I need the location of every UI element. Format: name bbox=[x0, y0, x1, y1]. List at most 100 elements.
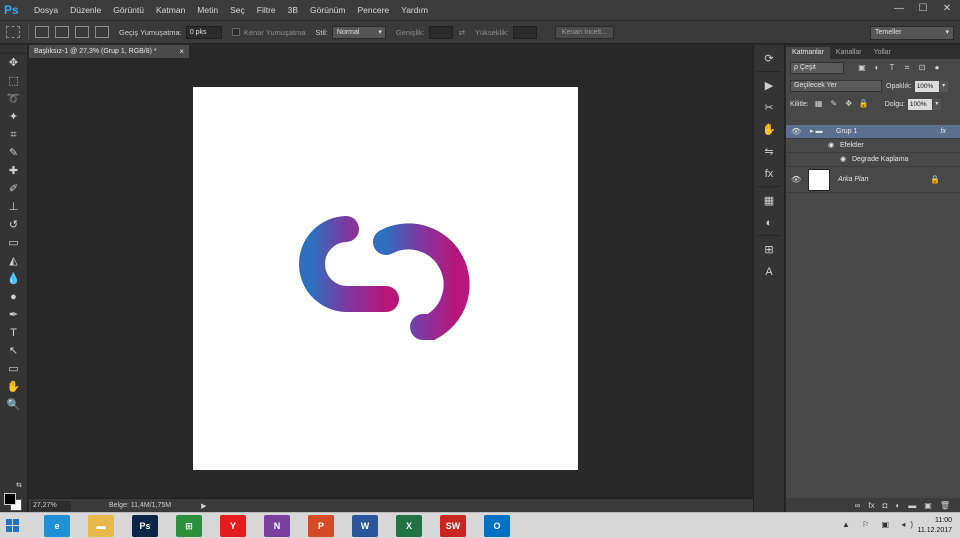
feather-input[interactable]: 0 pks bbox=[185, 25, 222, 39]
lock-option-icon[interactable]: ✎ bbox=[829, 99, 839, 109]
marquee-tool-icon[interactable]: ⬚ bbox=[4, 73, 24, 90]
shape-tool-icon[interactable]: ▭ bbox=[4, 361, 24, 378]
photoshop-icon[interactable]: Ps bbox=[132, 515, 158, 537]
foreground-color-swatch[interactable] bbox=[4, 493, 16, 505]
lock-option-icon[interactable]: ✥ bbox=[844, 99, 854, 109]
clone-stamp-tool-icon[interactable]: ⊥ bbox=[4, 199, 24, 216]
clock[interactable]: 11:00 11.12.2017 bbox=[912, 516, 952, 536]
close-button[interactable]: ✕ bbox=[940, 3, 954, 15]
minimize-button[interactable]: — bbox=[892, 3, 906, 15]
menu-filtre[interactable]: Filtre bbox=[257, 5, 276, 15]
dock-panel-icon[interactable]: ▦ bbox=[758, 193, 780, 209]
path-selection-tool-icon[interactable]: ↖ bbox=[4, 343, 24, 360]
document-tab[interactable]: Başlıksız-1 @ 27,3% (Grup 1, RGB/8) * × bbox=[29, 45, 189, 58]
history-brush-tool-icon[interactable]: ↺ bbox=[4, 217, 24, 234]
ie-icon[interactable]: e bbox=[44, 515, 70, 537]
menu-3b[interactable]: 3B bbox=[288, 5, 298, 15]
dock-panel-icon[interactable]: fx bbox=[758, 166, 780, 182]
filter-icon[interactable]: ● bbox=[932, 63, 942, 73]
yandex-icon[interactable]: Y bbox=[220, 515, 246, 537]
filter-icon[interactable]: T bbox=[887, 63, 897, 73]
tab-yollar[interactable]: Yollar bbox=[868, 47, 897, 59]
start-button[interactable] bbox=[6, 519, 20, 533]
antialias-checkbox[interactable] bbox=[231, 28, 240, 36]
lock-option-icon[interactable]: 🔒 bbox=[859, 99, 869, 109]
zoom-field[interactable]: 27,27% bbox=[31, 500, 71, 511]
healing-brush-tool-icon[interactable]: ✚ bbox=[4, 163, 24, 180]
blur-tool-icon[interactable]: 💧 bbox=[4, 271, 24, 288]
menu-metin[interactable]: Metin bbox=[197, 5, 218, 15]
workspace-select[interactable]: Temeller bbox=[870, 26, 954, 40]
layer-footer-icon[interactable]: ▬ bbox=[908, 501, 916, 510]
swap-icon[interactable]: ⇄ bbox=[459, 28, 465, 37]
lock-option-icon[interactable]: ▦ bbox=[814, 99, 824, 109]
dock-panel-icon[interactable]: ⇋ bbox=[758, 144, 780, 160]
excel-icon[interactable]: X bbox=[396, 515, 422, 537]
dock-panel-icon[interactable]: ◐ bbox=[758, 215, 780, 231]
opacity-input[interactable]: 100% bbox=[914, 80, 939, 92]
menu-katman[interactable]: Katman bbox=[156, 5, 185, 15]
effect-item-eye-icon[interactable]: ◉ bbox=[840, 153, 846, 167]
hand-tool-icon[interactable]: ✋ bbox=[4, 379, 24, 396]
layer-footer-icon[interactable]: ▣ bbox=[924, 501, 932, 510]
zoom-tool-icon[interactable]: 🔍 bbox=[4, 397, 24, 414]
intersect-selection-icon[interactable] bbox=[95, 26, 109, 38]
layer-footer-icon[interactable]: fx bbox=[868, 501, 874, 510]
tab-katmanlar[interactable]: Katmanlar bbox=[786, 47, 830, 59]
canvas[interactable] bbox=[193, 87, 578, 470]
dodge-tool-icon[interactable]: ● bbox=[4, 289, 24, 306]
visibility-eye-icon[interactable]: 👁 bbox=[791, 167, 801, 193]
menu-düzenle[interactable]: Düzenle bbox=[70, 5, 101, 15]
eyedropper-tool-icon[interactable]: ✎ bbox=[4, 145, 24, 162]
blend-mode-select[interactable]: Geçilecek Yer bbox=[790, 80, 882, 92]
explorer-icon[interactable]: ▬ bbox=[88, 515, 114, 537]
width-input[interactable] bbox=[428, 25, 453, 39]
swap-colors-icon[interactable]: ⇆ bbox=[16, 481, 22, 489]
tools-grip[interactable] bbox=[0, 45, 27, 54]
layer-filter-select[interactable]: ρ Çeşit bbox=[790, 62, 844, 74]
document-close-icon[interactable]: × bbox=[179, 45, 184, 58]
subtract-selection-icon[interactable] bbox=[75, 26, 89, 38]
menu-seç[interactable]: Seç bbox=[230, 5, 245, 15]
dock-panel-icon[interactable]: A bbox=[758, 264, 780, 280]
dock-panel-icon[interactable]: ▶ bbox=[758, 78, 780, 94]
quick-select-tool-icon[interactable]: ✦ bbox=[4, 109, 24, 126]
layer-row-group[interactable]: 👁 ▸ ▬ Grup 1 fx bbox=[786, 125, 960, 139]
filter-icon[interactable]: ⌗ bbox=[902, 63, 912, 73]
marquee-tool-preset-icon[interactable] bbox=[6, 26, 20, 38]
effects-row[interactable]: ◉ Efektler bbox=[786, 139, 960, 153]
visibility-eye-icon[interactable]: 👁 bbox=[791, 125, 801, 139]
layer-row-background[interactable]: 👁 Arka Plan 🔒 bbox=[786, 167, 960, 193]
menu-yardım[interactable]: Yardım bbox=[401, 5, 428, 15]
layer-footer-icon[interactable]: ◘ bbox=[883, 501, 888, 510]
add-selection-icon[interactable] bbox=[55, 26, 69, 38]
folder-icon[interactable]: ▸ ▬ bbox=[810, 125, 822, 139]
layer-footer-icon[interactable]: ∞ bbox=[855, 501, 861, 510]
layer-footer-icon[interactable]: 🗑 bbox=[940, 501, 950, 510]
refine-edge-button[interactable]: Kenarı İncelt... bbox=[554, 25, 614, 39]
pen-tool-icon[interactable]: ✒ bbox=[4, 307, 24, 324]
dock-panel-icon[interactable]: ✋ bbox=[758, 122, 780, 138]
status-menu-arrow-icon[interactable]: ▶ bbox=[201, 502, 206, 510]
opacity-dropdown-icon[interactable]: ▾ bbox=[939, 80, 948, 92]
type-tool-icon[interactable]: T bbox=[4, 325, 24, 342]
menu-pencere[interactable]: Pencere bbox=[357, 5, 389, 15]
powerpoint-icon[interactable]: P bbox=[308, 515, 334, 537]
maximize-button[interactable]: ☐ bbox=[916, 3, 930, 15]
style-select[interactable]: Normal bbox=[331, 25, 386, 39]
fill-input[interactable]: 100% bbox=[907, 98, 932, 110]
system-tray[interactable]: ▲ ⚐ ▣ ◂) bbox=[842, 520, 918, 529]
filter-icon[interactable]: ⊡ bbox=[917, 63, 927, 73]
store-icon[interactable]: ⊞ bbox=[176, 515, 202, 537]
new-selection-icon[interactable] bbox=[35, 26, 49, 38]
menu-görüntü[interactable]: Görüntü bbox=[113, 5, 144, 15]
fill-dropdown-icon[interactable]: ▾ bbox=[932, 98, 941, 110]
filter-icon[interactable]: ◐ bbox=[872, 63, 882, 73]
tab-kanallar[interactable]: Kanallar bbox=[830, 47, 868, 59]
dock-panel-icon[interactable]: ⟳ bbox=[758, 51, 780, 67]
word-icon[interactable]: W bbox=[352, 515, 378, 537]
menu-dosya[interactable]: Dosya bbox=[34, 5, 58, 15]
dock-panel-icon[interactable]: ⊞ bbox=[758, 242, 780, 258]
eraser-tool-icon[interactable]: ▭ bbox=[4, 235, 24, 252]
effect-eye-icon[interactable]: ◉ bbox=[828, 139, 834, 153]
